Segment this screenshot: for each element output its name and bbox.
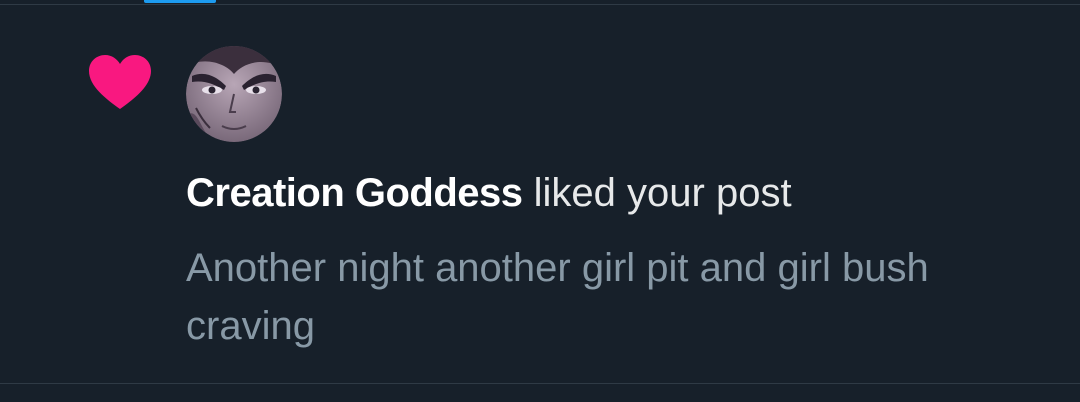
like-notification[interactable]: Creation Goddess liked your post Another… bbox=[0, 5, 1080, 383]
avatar[interactable] bbox=[186, 46, 282, 142]
action-text: liked your post bbox=[533, 171, 792, 215]
active-tab-indicator bbox=[144, 0, 216, 3]
heart-icon bbox=[89, 55, 151, 109]
post-preview[interactable]: Another night another girl pit and girl … bbox=[186, 239, 966, 355]
notification-text: Creation Goddess liked your post bbox=[186, 167, 792, 219]
bottom-divider bbox=[0, 383, 1080, 384]
user-name[interactable]: Creation Goddess bbox=[186, 171, 523, 215]
